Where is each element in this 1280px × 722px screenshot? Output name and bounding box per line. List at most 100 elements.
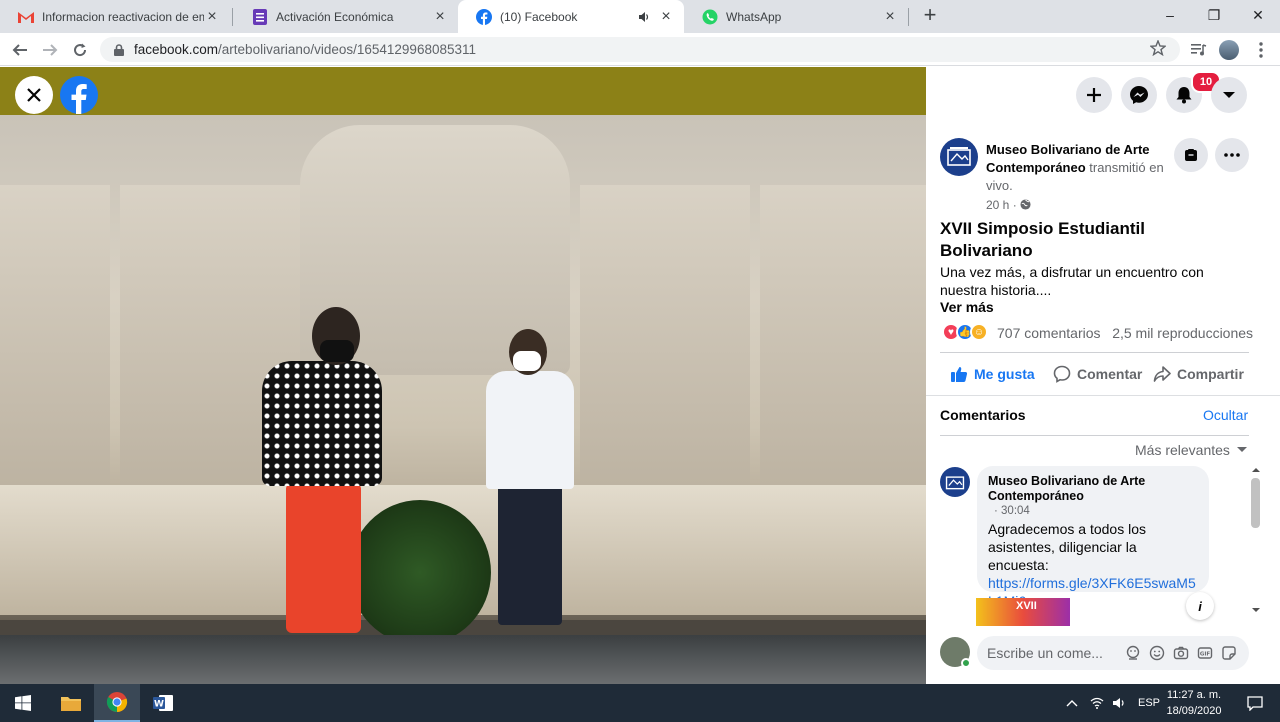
back-button[interactable] xyxy=(8,38,32,62)
tab-close-icon[interactable]: × xyxy=(204,8,220,25)
caret-down-icon xyxy=(1236,447,1247,452)
tab-close-icon[interactable]: × xyxy=(882,8,898,25)
comments-scroll-thumb[interactable] xyxy=(1251,478,1260,528)
arrow-left-icon xyxy=(12,44,27,56)
start-button[interactable] xyxy=(0,684,46,722)
emoji-icon[interactable] xyxy=(1149,645,1165,661)
thumbs-up-icon xyxy=(950,365,968,383)
bookmark-icon xyxy=(1185,149,1197,161)
tab-close-icon[interactable]: × xyxy=(432,8,448,25)
online-status-dot xyxy=(961,658,971,668)
media-controls-icon[interactable] xyxy=(1188,39,1210,61)
minimize-button[interactable]: – xyxy=(1148,0,1192,30)
plus-icon xyxy=(1087,88,1101,102)
browser-tab-strip: Informacion reactivacion de emp × Activa… xyxy=(0,0,1280,33)
museum-logo-icon xyxy=(945,475,965,489)
speaker-icon[interactable] xyxy=(638,11,650,23)
page-avatar[interactable] xyxy=(940,138,978,176)
share-label: Compartir xyxy=(1177,366,1244,382)
post-description: Una vez más, a disfrutar un encuentro co… xyxy=(940,264,1204,298)
tab-gmail[interactable]: Informacion reactivacion de emp × xyxy=(0,0,230,33)
video-player[interactable] xyxy=(0,67,926,684)
url-path: /artebolivariano/videos/1654129968085311 xyxy=(218,42,477,57)
close-video-button[interactable] xyxy=(15,76,53,114)
comment-bubble: Museo Bolivariano de Arte Contemporáneo … xyxy=(977,466,1209,609)
save-post-button[interactable] xyxy=(1174,138,1208,172)
menu-dots-icon[interactable] xyxy=(1250,39,1272,61)
gif-icon[interactable]: GIF xyxy=(1197,645,1213,661)
more-dots-icon xyxy=(1224,153,1240,157)
messenger-icon xyxy=(1130,86,1148,104)
video-pillar-mid-right xyxy=(580,185,750,485)
comment-sort-dropdown[interactable]: Más relevantes xyxy=(1135,442,1248,458)
messenger-button[interactable] xyxy=(1121,77,1157,113)
camera-icon[interactable] xyxy=(1173,645,1189,661)
comments-count[interactable]: 707 comentarios xyxy=(997,325,1101,341)
avatar-sticker-icon[interactable] xyxy=(1125,645,1141,661)
create-button[interactable] xyxy=(1076,77,1112,113)
tray-expand-icon[interactable] xyxy=(1066,699,1078,707)
volume-icon[interactable] xyxy=(1112,697,1126,709)
profile-avatar[interactable] xyxy=(1218,39,1240,61)
tab-whatsapp[interactable]: WhatsApp × xyxy=(684,0,908,33)
new-tab-button[interactable]: + xyxy=(918,4,942,28)
tab-facebook[interactable]: (10) Facebook × xyxy=(458,0,684,33)
care-reaction-icon: ☺ xyxy=(970,323,988,341)
windows-taskbar: W ESP 11:27 a. m. 18/09/2020 xyxy=(0,684,1280,722)
reaction-summary[interactable]: ♥ 👍 ☺ xyxy=(942,323,988,341)
tab-separator xyxy=(908,8,909,26)
comment-avatar[interactable] xyxy=(940,467,970,497)
account-menu-button[interactable] xyxy=(1211,77,1247,113)
post-author: Museo Bolivariano de Arte Contemporáneo … xyxy=(986,141,1166,195)
share-button[interactable]: Compartir xyxy=(1153,360,1244,388)
hide-comments-link[interactable]: Ocultar xyxy=(1203,407,1248,423)
comment-text: Agradecemos a todos los asistentes, dili… xyxy=(988,521,1146,573)
file-explorer-button[interactable] xyxy=(48,684,94,722)
link-preview-image[interactable]: XVII xyxy=(976,598,1070,626)
chrome-icon xyxy=(106,692,128,713)
clock-time: 11:27 a. m. xyxy=(1166,689,1222,701)
video-person-woman-legs xyxy=(286,483,361,633)
svg-text:GIF: GIF xyxy=(1200,652,1211,658)
post-timestamp[interactable]: 20 h · xyxy=(986,198,1031,212)
comment-timestamp[interactable]: · 30:04 xyxy=(988,504,1198,518)
sticker-icon[interactable] xyxy=(1221,645,1237,661)
action-center-button[interactable] xyxy=(1232,684,1278,722)
reload-button[interactable] xyxy=(68,38,92,62)
views-count: 2,5 mil reproducciones xyxy=(1112,325,1254,341)
close-window-button[interactable]: ✕ xyxy=(1236,0,1280,30)
taskbar-clock[interactable]: 11:27 a. m. 18/09/2020 xyxy=(1160,687,1228,719)
chrome-button[interactable] xyxy=(94,684,140,722)
tab-title: Informacion reactivacion de emp xyxy=(42,9,204,24)
video-mask-white xyxy=(513,351,541,371)
share-icon xyxy=(1153,365,1171,383)
bookmark-star-icon[interactable] xyxy=(1149,39,1167,61)
comment-input[interactable]: Escribe un come... GIF xyxy=(977,636,1249,670)
post-options-button[interactable] xyxy=(1215,138,1249,172)
gmail-icon xyxy=(18,9,34,25)
restore-button[interactable]: ❐ xyxy=(1192,0,1236,30)
comment-button[interactable]: Comentar xyxy=(1053,360,1142,388)
reload-icon xyxy=(74,43,87,57)
facebook-logo-icon[interactable] xyxy=(60,76,98,114)
arrow-right-icon xyxy=(43,44,58,56)
like-button[interactable]: Me gusta xyxy=(950,360,1035,388)
info-icon[interactable]: i xyxy=(1186,592,1214,620)
video-bottom-band xyxy=(0,635,926,684)
network-icon[interactable] xyxy=(1090,697,1104,709)
forward-button[interactable] xyxy=(38,38,62,62)
see-more-link[interactable]: Ver más xyxy=(940,299,994,315)
comment-author[interactable]: Museo Bolivariano de Arte Contemporáneo xyxy=(988,474,1198,504)
scroll-up-icon xyxy=(1252,468,1260,472)
tab-activacion[interactable]: Activación Económica × xyxy=(234,0,458,33)
comment-label: Comentar xyxy=(1077,366,1143,382)
caret-down-icon xyxy=(1223,92,1235,98)
input-language[interactable]: ESP xyxy=(1138,697,1160,709)
word-button[interactable]: W xyxy=(140,684,186,722)
address-bar[interactable]: facebook.com/artebolivariano/videos/1654… xyxy=(100,37,1180,62)
video-top-band xyxy=(0,67,926,115)
tab-close-icon[interactable]: × xyxy=(658,8,674,25)
divider xyxy=(940,435,1249,436)
video-person-woman-top xyxy=(262,361,382,486)
clock-date: 18/09/2020 xyxy=(1166,705,1222,717)
